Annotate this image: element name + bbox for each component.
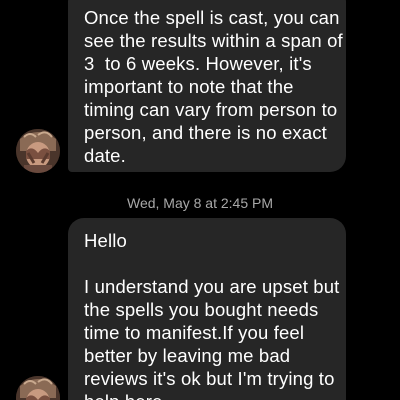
message-line: Once the spell is cast, you can bbox=[84, 7, 340, 28]
message-line: help here. bbox=[84, 390, 346, 400]
message-bubble[interactable]: Hello I understand you are upset but the… bbox=[68, 218, 346, 400]
sender-avatar[interactable] bbox=[16, 376, 60, 400]
message-line: important to note that the bbox=[84, 76, 294, 97]
message-bubble[interactable]: Once the spell is cast, you can see the … bbox=[68, 0, 346, 172]
message-line: better by leaving me bad bbox=[84, 345, 291, 366]
profile-photo-icon bbox=[16, 129, 60, 173]
message-line: the spells you bought needs bbox=[84, 299, 319, 320]
message-line: see the results within a span of bbox=[84, 30, 343, 51]
chat-thread: Once the spell is cast, you can see the … bbox=[0, 0, 400, 400]
timestamp-divider: Wed, May 8 at 2:45 PM bbox=[126, 195, 274, 211]
message-line: time to manifest.If you feel bbox=[84, 322, 305, 343]
message-line: timing can vary from person to bbox=[84, 99, 338, 120]
message-line: person, and there is no exact bbox=[84, 122, 327, 143]
message-line: I understand you are upset but bbox=[84, 276, 340, 297]
profile-photo-icon bbox=[16, 376, 60, 400]
message-line: 3 to 6 weeks. However, it's bbox=[84, 53, 312, 74]
message-line: date. bbox=[84, 145, 126, 166]
message-line: Hello bbox=[84, 230, 127, 251]
sender-avatar[interactable] bbox=[16, 129, 60, 173]
message-line: reviews it's ok but I'm trying to bbox=[84, 368, 335, 389]
message-line bbox=[84, 252, 346, 275]
